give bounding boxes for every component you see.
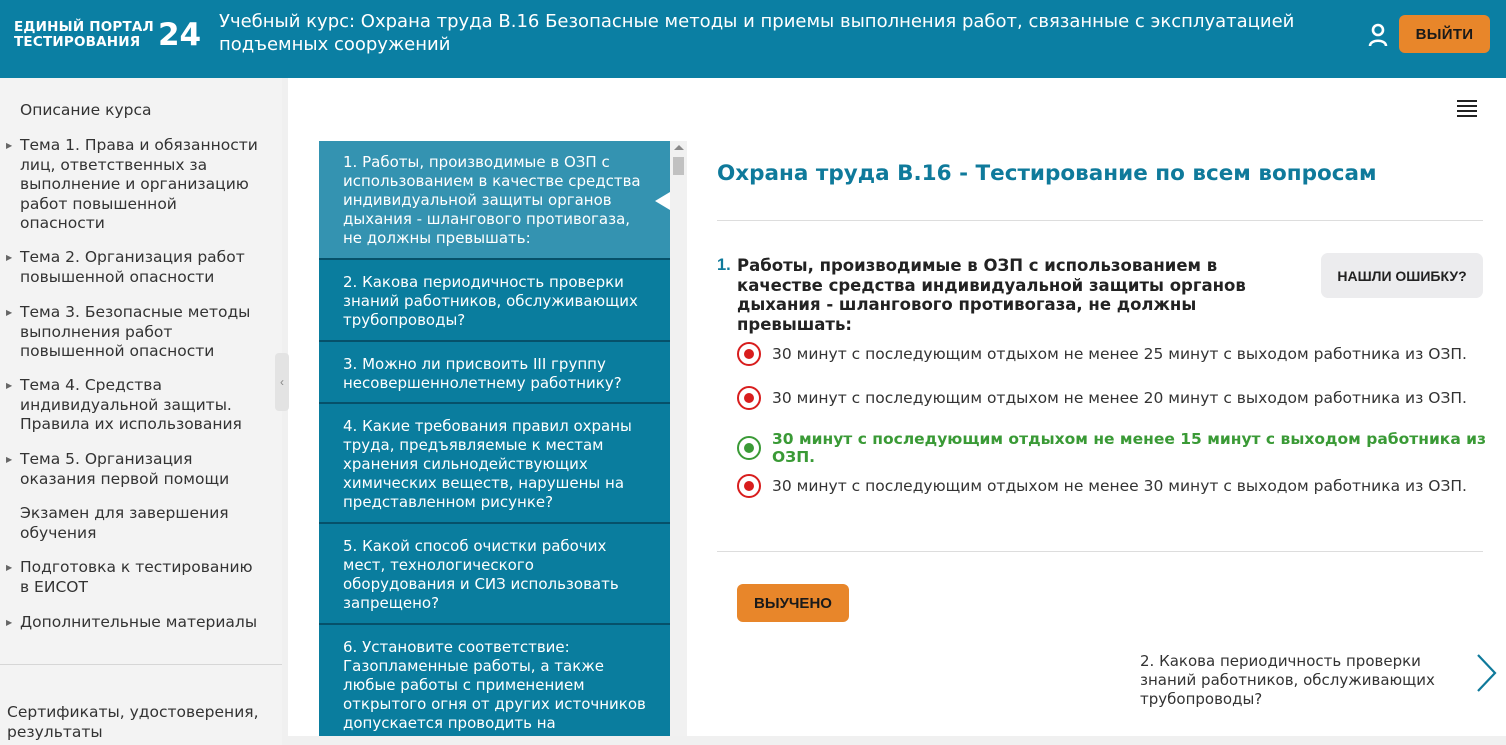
divider: [717, 220, 1483, 221]
chevron-right-icon[interactable]: [1474, 652, 1498, 694]
logo-line-1: ЕДИНЫЙ ПОРТАЛ: [14, 19, 154, 35]
sidebar-item-label: Тема 2. Организация работ повышенной опа…: [20, 248, 245, 286]
scroll-up-icon[interactable]: [674, 145, 684, 150]
sidebar-item-topic-5[interactable]: ▶ Тема 5. Организация оказания первой пом…: [6, 450, 265, 489]
incorrect-mark-icon: [737, 474, 761, 498]
active-question-pointer: [655, 192, 670, 210]
caret-right-icon: ▶: [6, 253, 13, 262]
answer-text: 30 минут с последующим отдыхом не менее …: [772, 477, 1467, 495]
sidebar-item-topic-3[interactable]: ▶ Тема 3. Безопасные методы выполнения ра…: [6, 303, 265, 362]
course-title: Учебный курс: Охрана труда В.16 Безопасн…: [219, 11, 1295, 55]
caret-right-icon: ▶: [6, 563, 13, 572]
logo-number: 24: [157, 17, 202, 53]
question-text: Работы, производимые в ОЗП с использован…: [737, 256, 1246, 334]
correct-mark-icon: [737, 436, 761, 460]
hamburger-menu-icon[interactable]: [1457, 100, 1477, 117]
answer-text: 30 минут с последующим отдыхом не менее …: [772, 345, 1467, 363]
sidebar-item-exam[interactable]: Экзамен для завершения обучения: [20, 504, 265, 543]
sidebar-item-label: Тема 5. Организация оказания первой помо…: [20, 450, 230, 488]
sidebar-item-label: Дополнительные материалы: [20, 613, 258, 631]
answer-option-wrong[interactable]: 30 минут с последующим отдыхом не менее …: [737, 342, 1467, 366]
scrollbar-thumb[interactable]: [673, 157, 684, 175]
sidebar-item-label: Описание курса: [20, 101, 152, 119]
sidebar-item-label: Подготовка к тестированию в ЕИСОТ: [20, 558, 253, 596]
sidebar-collapse-button[interactable]: ‹: [275, 353, 289, 411]
incorrect-mark-icon: [737, 342, 761, 366]
answer-text: 30 минут с последующим отдыхом не менее …: [772, 430, 1487, 466]
report-error-button[interactable]: НАШЛИ ОШИБКУ?: [1321, 253, 1483, 298]
question-list-item[interactable]: 5. Какой способ очистки рабочих мест, те…: [319, 524, 670, 625]
sidebar-item-topic-4[interactable]: ▶ Тема 4. Средства индивидуальной защиты.…: [6, 376, 265, 435]
question-list-item-active[interactable]: 1. Работы, производимые в ОЗП с использо…: [319, 141, 670, 260]
answer-option-correct[interactable]: 30 минут с последующим отдыхом не менее …: [737, 430, 1506, 466]
caret-right-icon: ▶: [6, 308, 13, 317]
caret-right-icon: ▶: [6, 381, 13, 390]
question-list-item[interactable]: 4. Какие требования правил охраны труда,…: [319, 404, 670, 524]
answer-option-wrong[interactable]: 30 минут с последующим отдыхом не менее …: [737, 386, 1467, 410]
sidebar-item-certificates[interactable]: Сертификаты, удостоверения, результаты: [7, 703, 277, 742]
answer-option-wrong[interactable]: 30 минут с последующим отдыхом не менее …: [737, 474, 1467, 498]
sidebar-item-description[interactable]: Описание курса: [20, 101, 265, 121]
caret-right-icon: ▶: [6, 618, 13, 627]
sidebar-item-label: Экзамен для завершения обучения: [20, 504, 229, 542]
question-list-item[interactable]: 2. Какова периодичность проверки знаний …: [319, 260, 670, 342]
chevron-left-icon: ‹: [280, 375, 284, 389]
question-number: 1.: [717, 256, 731, 274]
sidebar-item-topic-2[interactable]: ▶ Тема 2. Организация работ повышенной оп…: [6, 248, 265, 287]
caret-right-icon: ▶: [6, 141, 13, 150]
portal-logo[interactable]: ЕДИНЫЙ ПОРТАЛ ТЕСТИРОВАНИЯ 24: [14, 19, 201, 51]
sidebar-item-eisot-prep[interactable]: ▶ Подготовка к тестированию в ЕИСОТ: [6, 558, 265, 597]
course-sidebar: Описание курса ▶ Тема 1. Права и обязанно…: [0, 78, 282, 745]
test-title: Охрана труда В.16 - Тестирование по всем…: [717, 161, 1377, 186]
incorrect-mark-icon: [737, 386, 761, 410]
sidebar-item-label: Тема 1. Права и обязанности лиц, ответст…: [20, 136, 258, 232]
learned-button[interactable]: ВЫУЧЕНО: [737, 584, 849, 622]
sidebar-divider: [0, 664, 282, 665]
caret-right-icon: ▶: [6, 455, 13, 464]
question-list-scrollbar[interactable]: [670, 141, 687, 736]
question-list-item[interactable]: 3. Можно ли присвоить III группу несовер…: [319, 342, 670, 404]
sidebar-item-extra-materials[interactable]: ▶ Дополнительные материалы: [6, 613, 265, 633]
question-list-item[interactable]: 6. Установите соответствие: Газопламенны…: [319, 625, 670, 736]
logout-button[interactable]: ВЫЙТИ: [1399, 15, 1490, 53]
question-list: 1. Работы, производимые в ОЗП с использо…: [319, 141, 670, 736]
logo-line-2: ТЕСТИРОВАНИЯ: [14, 34, 141, 50]
logo-text: ЕДИНЫЙ ПОРТАЛ ТЕСТИРОВАНИЯ: [14, 20, 154, 50]
answer-text: 30 минут с последующим отдыхом не менее …: [772, 389, 1467, 407]
divider: [717, 551, 1483, 552]
top-header: ЕДИНЫЙ ПОРТАЛ ТЕСТИРОВАНИЯ 24 Учебный ку…: [0, 0, 1506, 78]
next-question-link[interactable]: 2. Какова периодичность проверки знаний …: [1140, 652, 1460, 709]
sidebar-item-topic-1[interactable]: ▶ Тема 1. Права и обязанности лиц, ответс…: [6, 136, 265, 234]
sidebar-item-label: Тема 4. Средства индивидуальной защиты. …: [20, 376, 242, 433]
user-icon[interactable]: [1368, 23, 1388, 47]
sidebar-item-label: Тема 3. Безопасные методы выполнения раб…: [20, 303, 251, 360]
